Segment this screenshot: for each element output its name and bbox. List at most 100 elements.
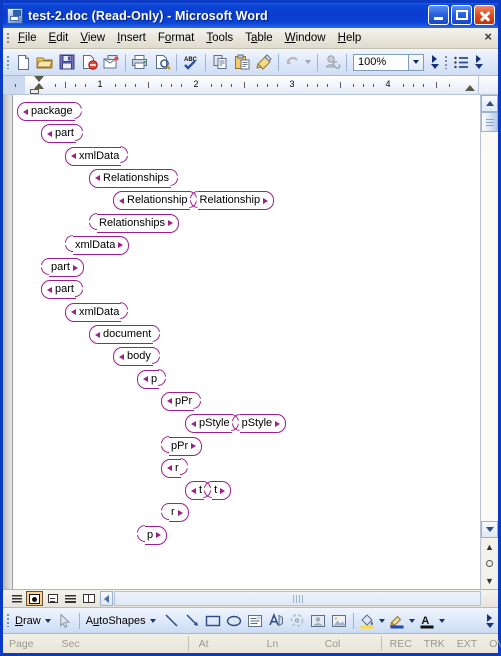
first-line-indent-marker[interactable] <box>34 76 44 82</box>
xml-tag-open-pPr[interactable]: pPr <box>161 391 195 411</box>
xml-tag-close-Relationship[interactable]: Relationship <box>197 191 275 211</box>
formatting-overflow-button[interactable] <box>472 51 485 73</box>
xml-tag-close-xmlData[interactable]: xmlData <box>73 235 130 255</box>
menu-table[interactable]: Table <box>239 30 279 46</box>
xml-tag-close-p[interactable]: p <box>145 525 168 545</box>
drawing-toolbar-overflow-button[interactable] <box>483 610 496 632</box>
vertical-scroll-track[interactable] <box>481 132 498 521</box>
xml-tag-open-package[interactable]: package <box>17 102 75 121</box>
horizontal-scroll-left-button[interactable] <box>100 591 113 606</box>
rectangle-icon[interactable] <box>203 610 224 631</box>
menu-file[interactable]: FFileile <box>12 30 43 46</box>
horizontal-ruler[interactable]: 1 2 3 4 <box>3 76 498 95</box>
text-box-icon[interactable] <box>245 610 266 631</box>
document-page[interactable]: package part xmlData Relationships Relations… <box>13 95 480 589</box>
vertical-scrollbar[interactable]: ▲ ▼ <box>480 95 498 589</box>
xml-tag-close-pPr[interactable]: pPr <box>169 436 203 456</box>
picture-icon[interactable] <box>329 610 350 631</box>
xml-tag-open-Relationships[interactable]: Relationships <box>89 168 172 188</box>
permission-icon[interactable] <box>78 51 100 73</box>
xml-tag-open-xmlData[interactable]: xmlData <box>65 146 122 166</box>
select-browse-object-button[interactable] <box>481 555 498 572</box>
web-layout-view-button[interactable] <box>26 591 43 606</box>
outline-view-button[interactable] <box>62 591 79 606</box>
xml-tag-open-Relationship[interactable]: Relationship <box>113 191 190 211</box>
undo-dropdown-icon[interactable] <box>305 60 311 64</box>
menu-tools[interactable]: Tools <box>200 30 239 46</box>
status-ovr[interactable]: OVR <box>483 638 501 650</box>
xml-tag-open-r[interactable]: r <box>161 458 181 478</box>
xml-tag-open-body[interactable]: body <box>113 347 153 367</box>
maximize-button[interactable] <box>451 5 472 25</box>
scroll-down-button[interactable] <box>481 521 498 538</box>
formatting-toolbar-drag-handle[interactable] <box>441 49 450 75</box>
diagram-icon[interactable] <box>287 610 308 631</box>
paste-icon[interactable] <box>231 51 253 73</box>
xml-tag-open-part[interactable]: part <box>41 124 76 144</box>
status-ext[interactable]: EXT <box>451 638 483 650</box>
fill-color-icon[interactable] <box>357 610 378 631</box>
document-canvas[interactable]: package part xmlData Relationships Relations… <box>3 95 480 589</box>
vertical-scroll-thumb[interactable] <box>481 112 498 132</box>
font-color-icon[interactable]: A <box>417 610 438 631</box>
ruler-scale[interactable]: 1 2 3 4 <box>3 76 478 94</box>
zoom-dropdown-icon[interactable] <box>409 53 424 71</box>
xml-tag-close-Relationships[interactable]: Relationships <box>97 213 180 233</box>
scroll-up-button[interactable] <box>481 95 498 112</box>
toolbar-overflow-button[interactable] <box>428 51 441 73</box>
xml-tag-open-t[interactable]: t <box>185 481 205 501</box>
minimize-button[interactable] <box>428 5 449 25</box>
menu-edit[interactable]: Edit <box>43 30 75 46</box>
reading-layout-view-button[interactable] <box>80 591 97 606</box>
menu-window[interactable]: Window <box>279 30 332 46</box>
next-page-button[interactable]: ▼ <box>481 572 498 589</box>
oval-icon[interactable] <box>224 610 245 631</box>
xml-tag-close-t[interactable]: t <box>212 481 232 501</box>
close-button[interactable] <box>474 5 495 25</box>
print-layout-view-button[interactable] <box>44 591 61 606</box>
spelling-and-grammar-icon[interactable]: ABC <box>180 51 202 73</box>
save-icon[interactable] <box>56 51 78 73</box>
xml-tag-open-document[interactable]: document <box>89 325 154 344</box>
left-indent-marker[interactable] <box>30 89 39 94</box>
wordart-icon[interactable] <box>266 610 287 631</box>
copy-icon[interactable] <box>209 51 231 73</box>
draw-menu-button[interactable]: Draw <box>12 615 44 627</box>
xml-tag-close-pStyle[interactable]: pStyle <box>239 414 287 434</box>
insert-hyperlink-icon[interactable] <box>321 51 343 73</box>
font-color-dropdown-icon[interactable] <box>438 618 445 623</box>
drawing-toolbar-drag-handle[interactable] <box>3 608 12 633</box>
line-icon[interactable] <box>161 610 182 631</box>
print-icon[interactable] <box>129 51 151 73</box>
arrow-icon[interactable] <box>182 610 203 631</box>
print-preview-icon[interactable] <box>151 51 173 73</box>
horizontal-scroll-track[interactable] <box>114 591 481 606</box>
autoshapes-menu-button[interactable]: AutoShapes <box>83 615 149 627</box>
menu-help[interactable]: Help <box>332 30 368 46</box>
menu-insert[interactable]: Insert <box>111 30 152 46</box>
normal-view-button[interactable] <box>8 591 25 606</box>
status-trk[interactable]: TRK <box>418 638 451 650</box>
email-icon[interactable] <box>100 51 122 73</box>
xml-tag-open-p[interactable]: p <box>137 369 160 389</box>
status-rec[interactable]: REC <box>382 638 418 650</box>
xml-tag-open-pStyle[interactable]: pStyle <box>185 414 232 434</box>
menu-format[interactable]: Format <box>152 30 200 46</box>
right-indent-marker[interactable] <box>465 85 475 91</box>
close-document-button[interactable]: × <box>484 30 492 43</box>
undo-icon[interactable] <box>282 51 304 73</box>
select-objects-icon[interactable] <box>55 610 76 631</box>
xml-tag-open-xmlData[interactable]: xmlData <box>65 302 122 322</box>
new-blank-document-icon[interactable] <box>12 51 34 73</box>
open-icon[interactable] <box>34 51 56 73</box>
xml-tag-close-part[interactable]: part <box>49 258 84 278</box>
menu-drag-handle[interactable] <box>3 28 12 48</box>
toolbar-drag-handle[interactable] <box>3 49 12 75</box>
xml-tag-open-part[interactable]: part <box>41 280 76 300</box>
autoshapes-dropdown-icon[interactable] <box>149 618 156 623</box>
numbering-icon[interactable] <box>450 51 472 73</box>
previous-page-button[interactable]: ▲ <box>481 538 498 555</box>
line-color-dropdown-icon[interactable] <box>408 618 415 623</box>
xml-tag-close-r[interactable]: r <box>169 503 189 523</box>
fill-color-dropdown-icon[interactable] <box>378 618 385 623</box>
